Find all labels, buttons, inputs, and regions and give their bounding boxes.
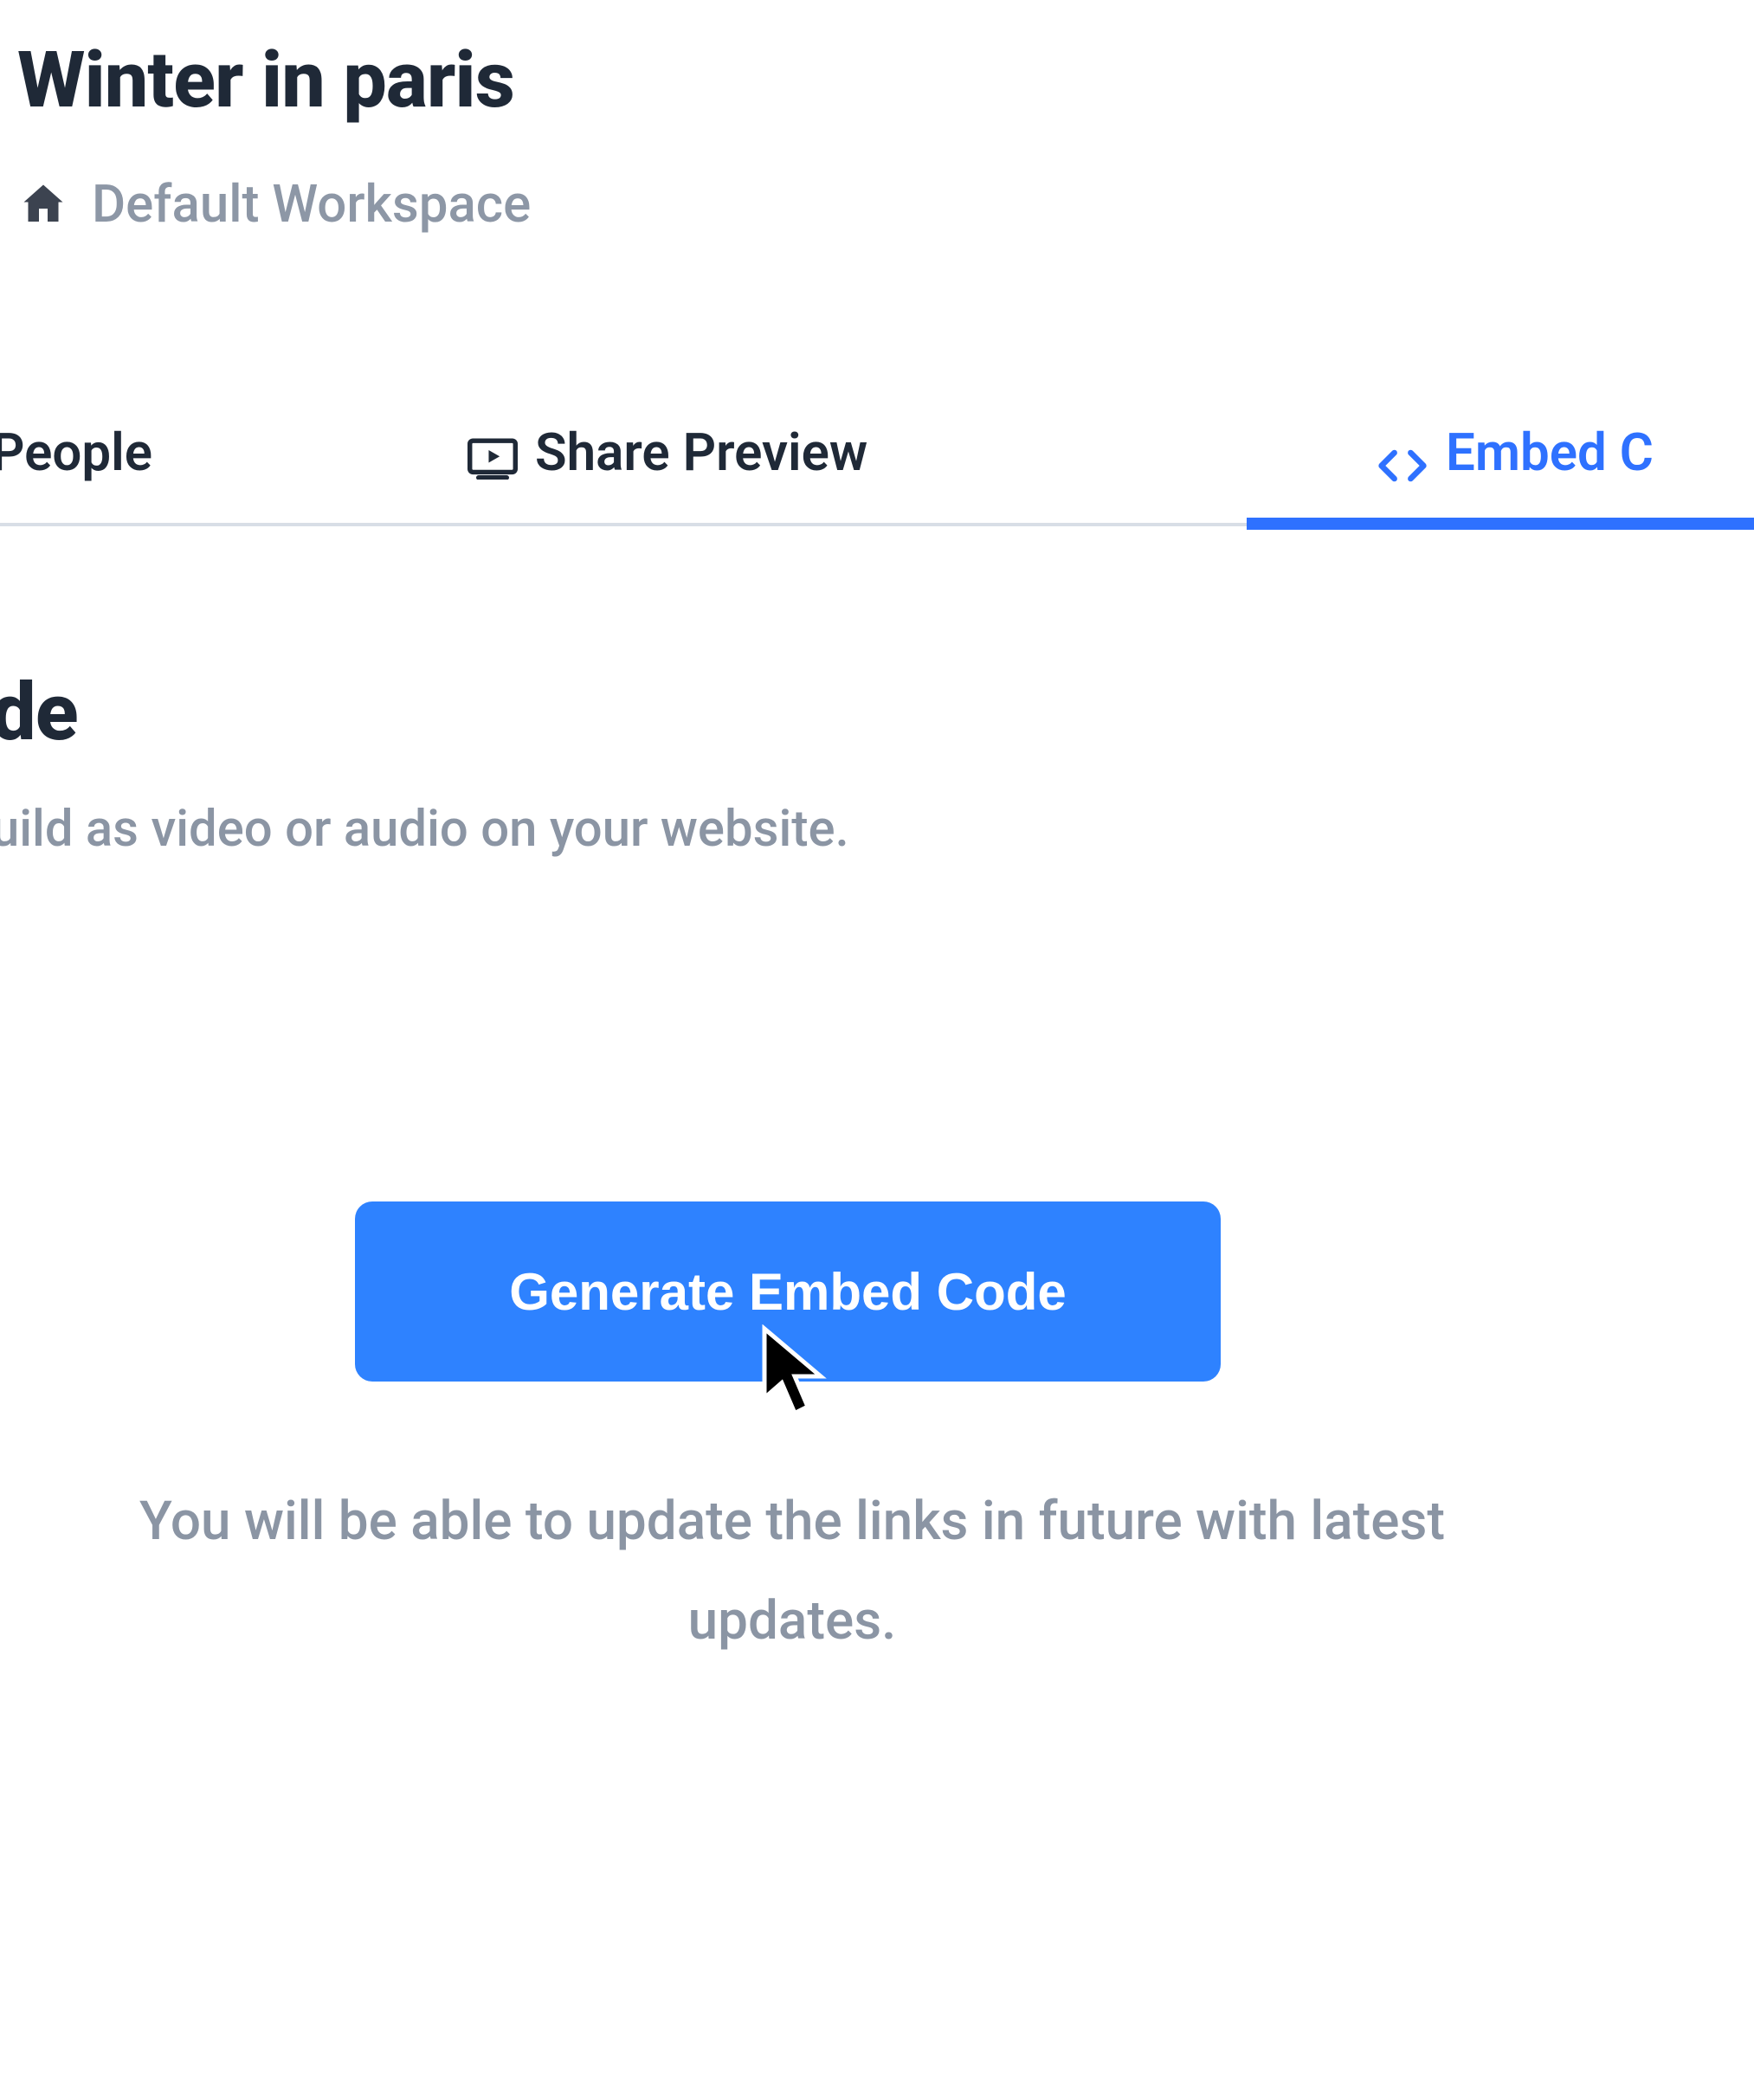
section-subtitle: uild as video or audio on your website. — [0, 800, 849, 859]
tab-share-preview-label: Share Preview — [535, 422, 867, 483]
tab-share-preview[interactable]: Share Preview — [468, 386, 867, 526]
tab-embed-code[interactable]: Embed C — [1377, 386, 1654, 526]
active-tab-indicator — [1247, 518, 1754, 530]
workspace-label: Default Workspace — [92, 173, 531, 235]
embed-update-note: You will be able to update the links in … — [104, 1472, 1480, 1672]
tab-people[interactable]: People — [0, 386, 152, 526]
page-title: Winter in paris — [17, 35, 514, 126]
generate-embed-button-label: Generate Embed Code — [509, 1262, 1067, 1322]
home-icon — [17, 178, 69, 230]
tab-embed-code-label: Embed C — [1446, 422, 1654, 483]
code-icon — [1377, 435, 1428, 469]
tab-people-label: People — [0, 422, 152, 483]
preview-monitor-icon — [468, 431, 518, 473]
section-heading: de — [0, 667, 78, 759]
workspace-row[interactable]: Default Workspace — [17, 173, 531, 235]
tabs: People Share Preview Embed C — [0, 386, 1754, 526]
generate-embed-button[interactable]: Generate Embed Code — [355, 1201, 1221, 1382]
